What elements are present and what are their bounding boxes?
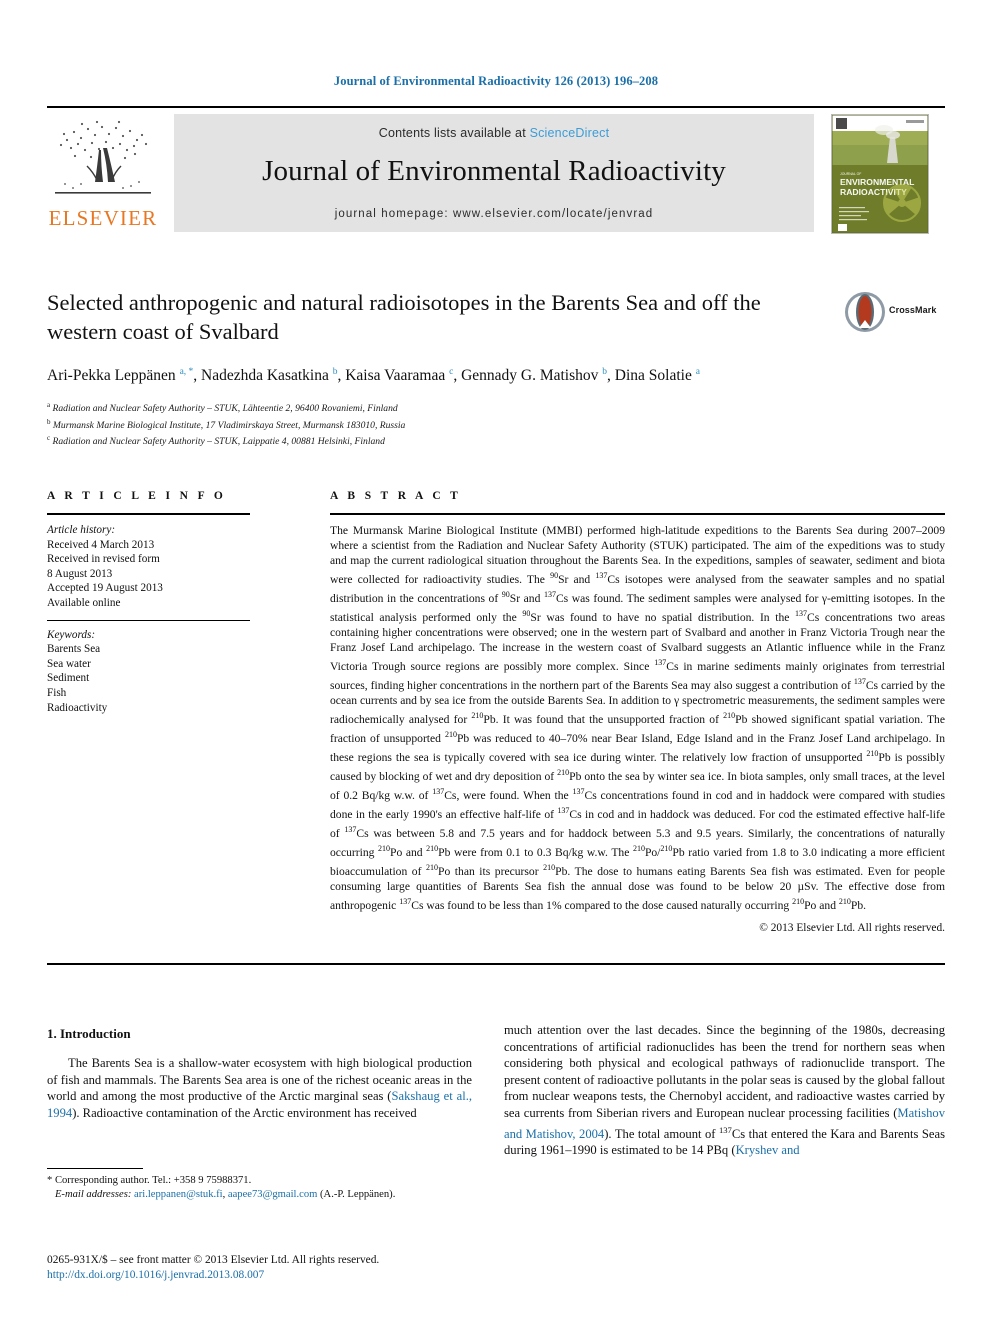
email-link-1[interactable]: ari.leppanen@stuk.fi (134, 1189, 223, 1200)
history-item-0: Received 4 March 2013 (47, 538, 155, 551)
keyword-4: Radioactivity (47, 701, 108, 714)
abstract-text: The Murmansk Marine Biological Institute… (330, 524, 946, 912)
svg-text:JOURNAL OF: JOURNAL OF (840, 172, 861, 176)
email-link-2[interactable]: aapee73@gmail.com (228, 1189, 317, 1200)
section-heading-introduction: 1. Introduction (47, 1026, 131, 1041)
keywords-list: Keywords: Barents Sea Sea water Sediment… (47, 628, 250, 716)
footnote-separator (47, 1168, 143, 1169)
crossmark-label: CrossMark (889, 305, 937, 315)
intro-paragraph-right: much attention over the last decades. Si… (504, 1023, 945, 1158)
keyword-3: Fish (47, 686, 67, 699)
article-info-column: A R T I C L E I N F O Article history: R… (47, 490, 250, 715)
keywords-rule (47, 619, 250, 621)
affiliation-b: b Murmansk Marine Biological Institute, … (47, 417, 406, 431)
sciencedirect-link[interactable]: ScienceDirect (530, 126, 610, 140)
affiliation-list: a Radiation and Nuclear Safety Authority… (47, 399, 945, 448)
elsevier-wordmark: ELSEVIER (48, 206, 158, 230)
paper-page: Journal of Environmental Radioactivity 1… (0, 0, 992, 1323)
contents-available-line: Contents lists available at ScienceDirec… (174, 114, 814, 140)
issn-line: 0265-931X/$ – see front matter © 2013 El… (47, 1254, 380, 1266)
title-block: Selected anthropogenic and natural radio… (47, 288, 945, 448)
body-separator-rule (47, 963, 945, 965)
imprint-block: 0265-931X/$ – see front matter © 2013 El… (47, 1253, 547, 1283)
keyword-1: Sea water (47, 657, 91, 670)
doi-link[interactable]: http://dx.doi.org/10.1016/j.jenvrad.2013… (47, 1268, 547, 1283)
affiliation-a: a Radiation and Nuclear Safety Authority… (47, 401, 398, 415)
sciencedirect-banner: Contents lists available at ScienceDirec… (174, 114, 814, 232)
article-history-label: Article history: (47, 524, 116, 536)
journal-name: Journal of Environmental Radioactivity (262, 155, 726, 187)
journal-cover-thumbnail: JOURNAL OF ENVIRONMENTAL RADIOACTIVITY (831, 114, 929, 234)
journal-cover-image: JOURNAL OF ENVIRONMENTAL RADIOACTIVITY (832, 115, 928, 233)
keyword-0: Barents Sea (47, 643, 101, 656)
journal-homepage-link[interactable]: journal homepage: www.elsevier.com/locat… (174, 188, 814, 220)
citation-sakshaug[interactable]: Sakshaug et al., 1994 (47, 1089, 472, 1120)
affiliation-b-text: Murmansk Marine Biological Institute, 17… (52, 419, 406, 431)
keyword-2: Sediment (47, 672, 90, 685)
elsevier-logo: ELSEVIER (47, 114, 159, 232)
body-column-right: much attention over the last decades. Si… (504, 1022, 945, 1159)
abstract-column: A B S T R A C T The Murmansk Marine Biol… (330, 490, 945, 934)
body-column-left: The Barents Sea is a shallow-water ecosy… (47, 1055, 472, 1121)
journal-masthead: ELSEVIER Contents lists available at Sci… (47, 106, 945, 234)
intro-paragraph-left: The Barents Sea is a shallow-water ecosy… (47, 1056, 472, 1120)
history-item-2: 8 August 2013 (47, 567, 113, 580)
crossmark-badge[interactable]: CrossMark (843, 290, 939, 336)
abstract-heading: A B S T R A C T (330, 490, 462, 502)
affiliation-c-text: Radiation and Nuclear Safety Authority –… (52, 436, 385, 448)
history-item-4: Available online (47, 596, 121, 609)
history-item-1: Received in revised form (47, 553, 160, 566)
email-label: E-mail addresses: (54, 1189, 132, 1201)
abstract-copyright: © 2013 Elsevier Ltd. All rights reserved… (759, 921, 945, 934)
affiliation-a-text: Radiation and Nuclear Safety Authority –… (52, 403, 398, 415)
corresponding-author-note: * Corresponding author. Tel.: +358 9 759… (47, 1175, 252, 1186)
keywords-label: Keywords: (47, 628, 96, 641)
contents-prefix: Contents lists available at (378, 126, 526, 140)
article-info-heading: A R T I C L E I N F O (47, 490, 227, 502)
email-note: E-mail addresses: ari.leppanen@stuk.fi, … (54, 1189, 396, 1201)
citation-kryshev[interactable]: Kryshev and (736, 1143, 800, 1157)
affiliation-c: c Radiation and Nuclear Safety Authority… (47, 433, 385, 448)
elsevier-tree-icon (55, 120, 151, 194)
history-item-3: Accepted 19 August 2013 (47, 582, 163, 595)
page-title: Selected anthropogenic and natural radio… (47, 290, 761, 344)
author-list: Ari-Pekka Leppänen a, *, Nadezhda Kasatk… (47, 367, 700, 385)
citation-matishov[interactable]: Matishov and Matishov, 2004 (504, 1106, 945, 1141)
running-head: Journal of Environmental Radioactivity 1… (333, 74, 659, 88)
footnotes-block: * Corresponding author. Tel.: +358 9 759… (47, 1174, 477, 1202)
crossmark-icon (845, 292, 885, 332)
email-attribution: (A.-P. Leppänen). (320, 1189, 396, 1201)
article-history: Article history: Received 4 March 2013 R… (47, 515, 250, 611)
